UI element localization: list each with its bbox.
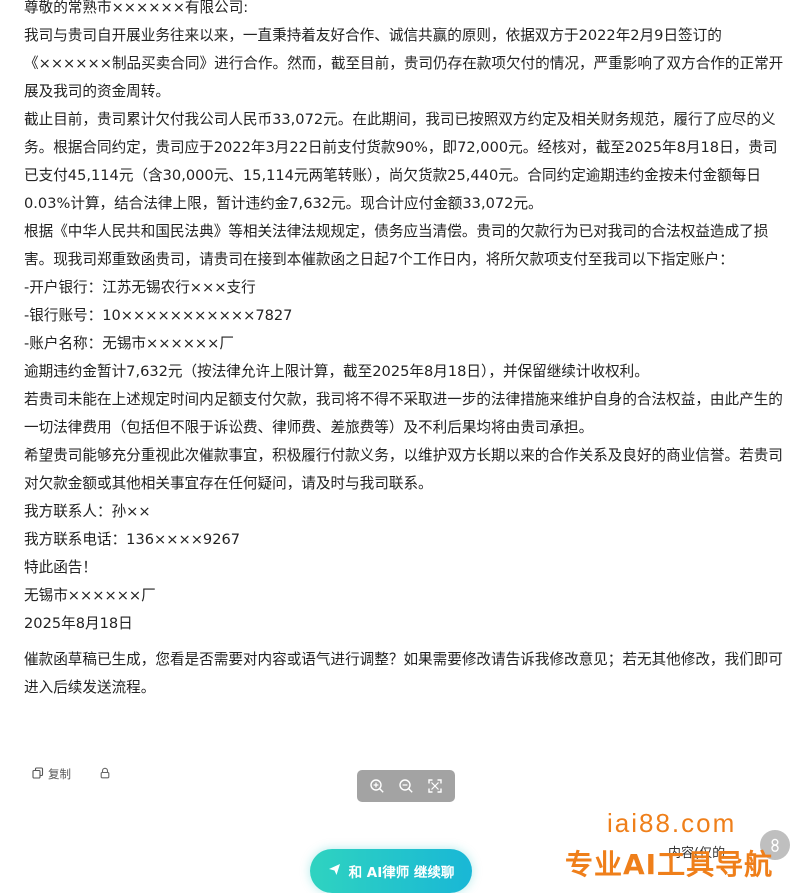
contact-phone-line: 我方联系电话：136××××9267 [24,531,241,548]
closing-line: 特此函告！ [24,559,97,576]
letter-document: 尊敬的常熟市××××××有限公司: 我司与贵司自开展业务往来以来，一直秉持着友好… [24,0,790,702]
copy-button[interactable]: 复制 [32,766,71,782]
bank-account-line: -银行账号：10×××××××××××7827 [24,307,293,324]
copy-icon [32,766,44,782]
zoom-toolbar [357,770,455,802]
lock-icon [99,767,111,782]
letter-paragraph: 截止目前，贵司累计欠付我公司人民币33,072元。在此期间，我司已按照双方约定及… [24,111,778,212]
copy-label: 复制 [48,767,71,781]
letter-paragraph: 希望贵司能够充分重视此次催款事宜，积极履行付款义务，以维护双方长期以来的合作关系… [24,447,783,492]
continue-chat-button[interactable]: 和 AI律师 继续聊 [310,849,472,893]
account-name-line: -账户名称：无锡市××××××厂 [24,335,234,352]
assistant-note: 催款函草稿已生成，您看是否需要对内容或语气进行调整？如果需要修改请告诉我修改意见… [24,651,783,696]
fit-screen-icon[interactable] [424,775,446,797]
letter-paragraph: 若贵司未能在上述规定时间内足额支付欠款，我司将不得不采取进一步的法律措施来维护自… [24,391,783,436]
letter-paragraph: 逾期违约金暂计7,632元（按法律允许上限计算，截至2025年8月18日），并保… [24,363,649,380]
letter-greeting: 尊敬的常熟市××××××有限公司: [24,0,249,16]
watermark-domain: iai88.com [607,808,737,838]
letter-paragraph: 我司与贵司自开展业务往来以来，一直秉持着友好合作、诚信共赢的原则，依据双方于20… [24,27,784,100]
bank-name-line: -开户银行：江苏无锡农行×××支行 [24,279,256,296]
watermark-slogan: 专业AI工具导航 [565,848,774,881]
signature-company: 无锡市××××××厂 [24,587,156,604]
contact-person-line: 我方联系人：孙×× [24,503,151,520]
message-actions: 复制 [32,766,111,782]
signature-date: 2025年8月18日 [24,615,133,632]
send-icon [328,863,341,880]
letter-paragraph: 根据《中华人民共和国民法典》等相关法律法规规定，债务应当清偿。贵司的欠款行为已对… [24,223,769,268]
lock-button[interactable] [99,767,111,782]
zoom-in-icon[interactable] [366,775,388,797]
zoom-out-icon[interactable] [395,775,417,797]
continue-chat-label: 和 AI律师 继续聊 [348,865,455,881]
